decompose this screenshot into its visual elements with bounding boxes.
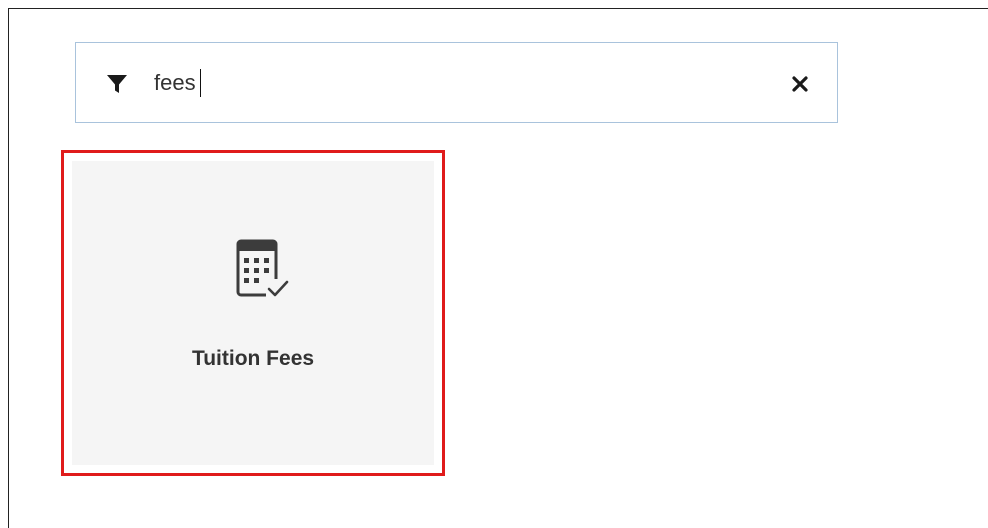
result-highlight: Tuition Fees bbox=[61, 150, 445, 476]
clear-search-button[interactable] bbox=[785, 69, 815, 99]
result-tile-label: Tuition Fees bbox=[191, 347, 315, 370]
calculator-check-icon bbox=[236, 239, 289, 301]
filter-search-bar[interactable] bbox=[75, 42, 838, 123]
close-icon bbox=[792, 76, 808, 92]
filter-input[interactable] bbox=[154, 67, 714, 99]
text-cursor bbox=[200, 69, 201, 97]
filter-icon bbox=[107, 75, 127, 93]
result-tile-tuition-fees[interactable]: Tuition Fees bbox=[72, 161, 434, 465]
